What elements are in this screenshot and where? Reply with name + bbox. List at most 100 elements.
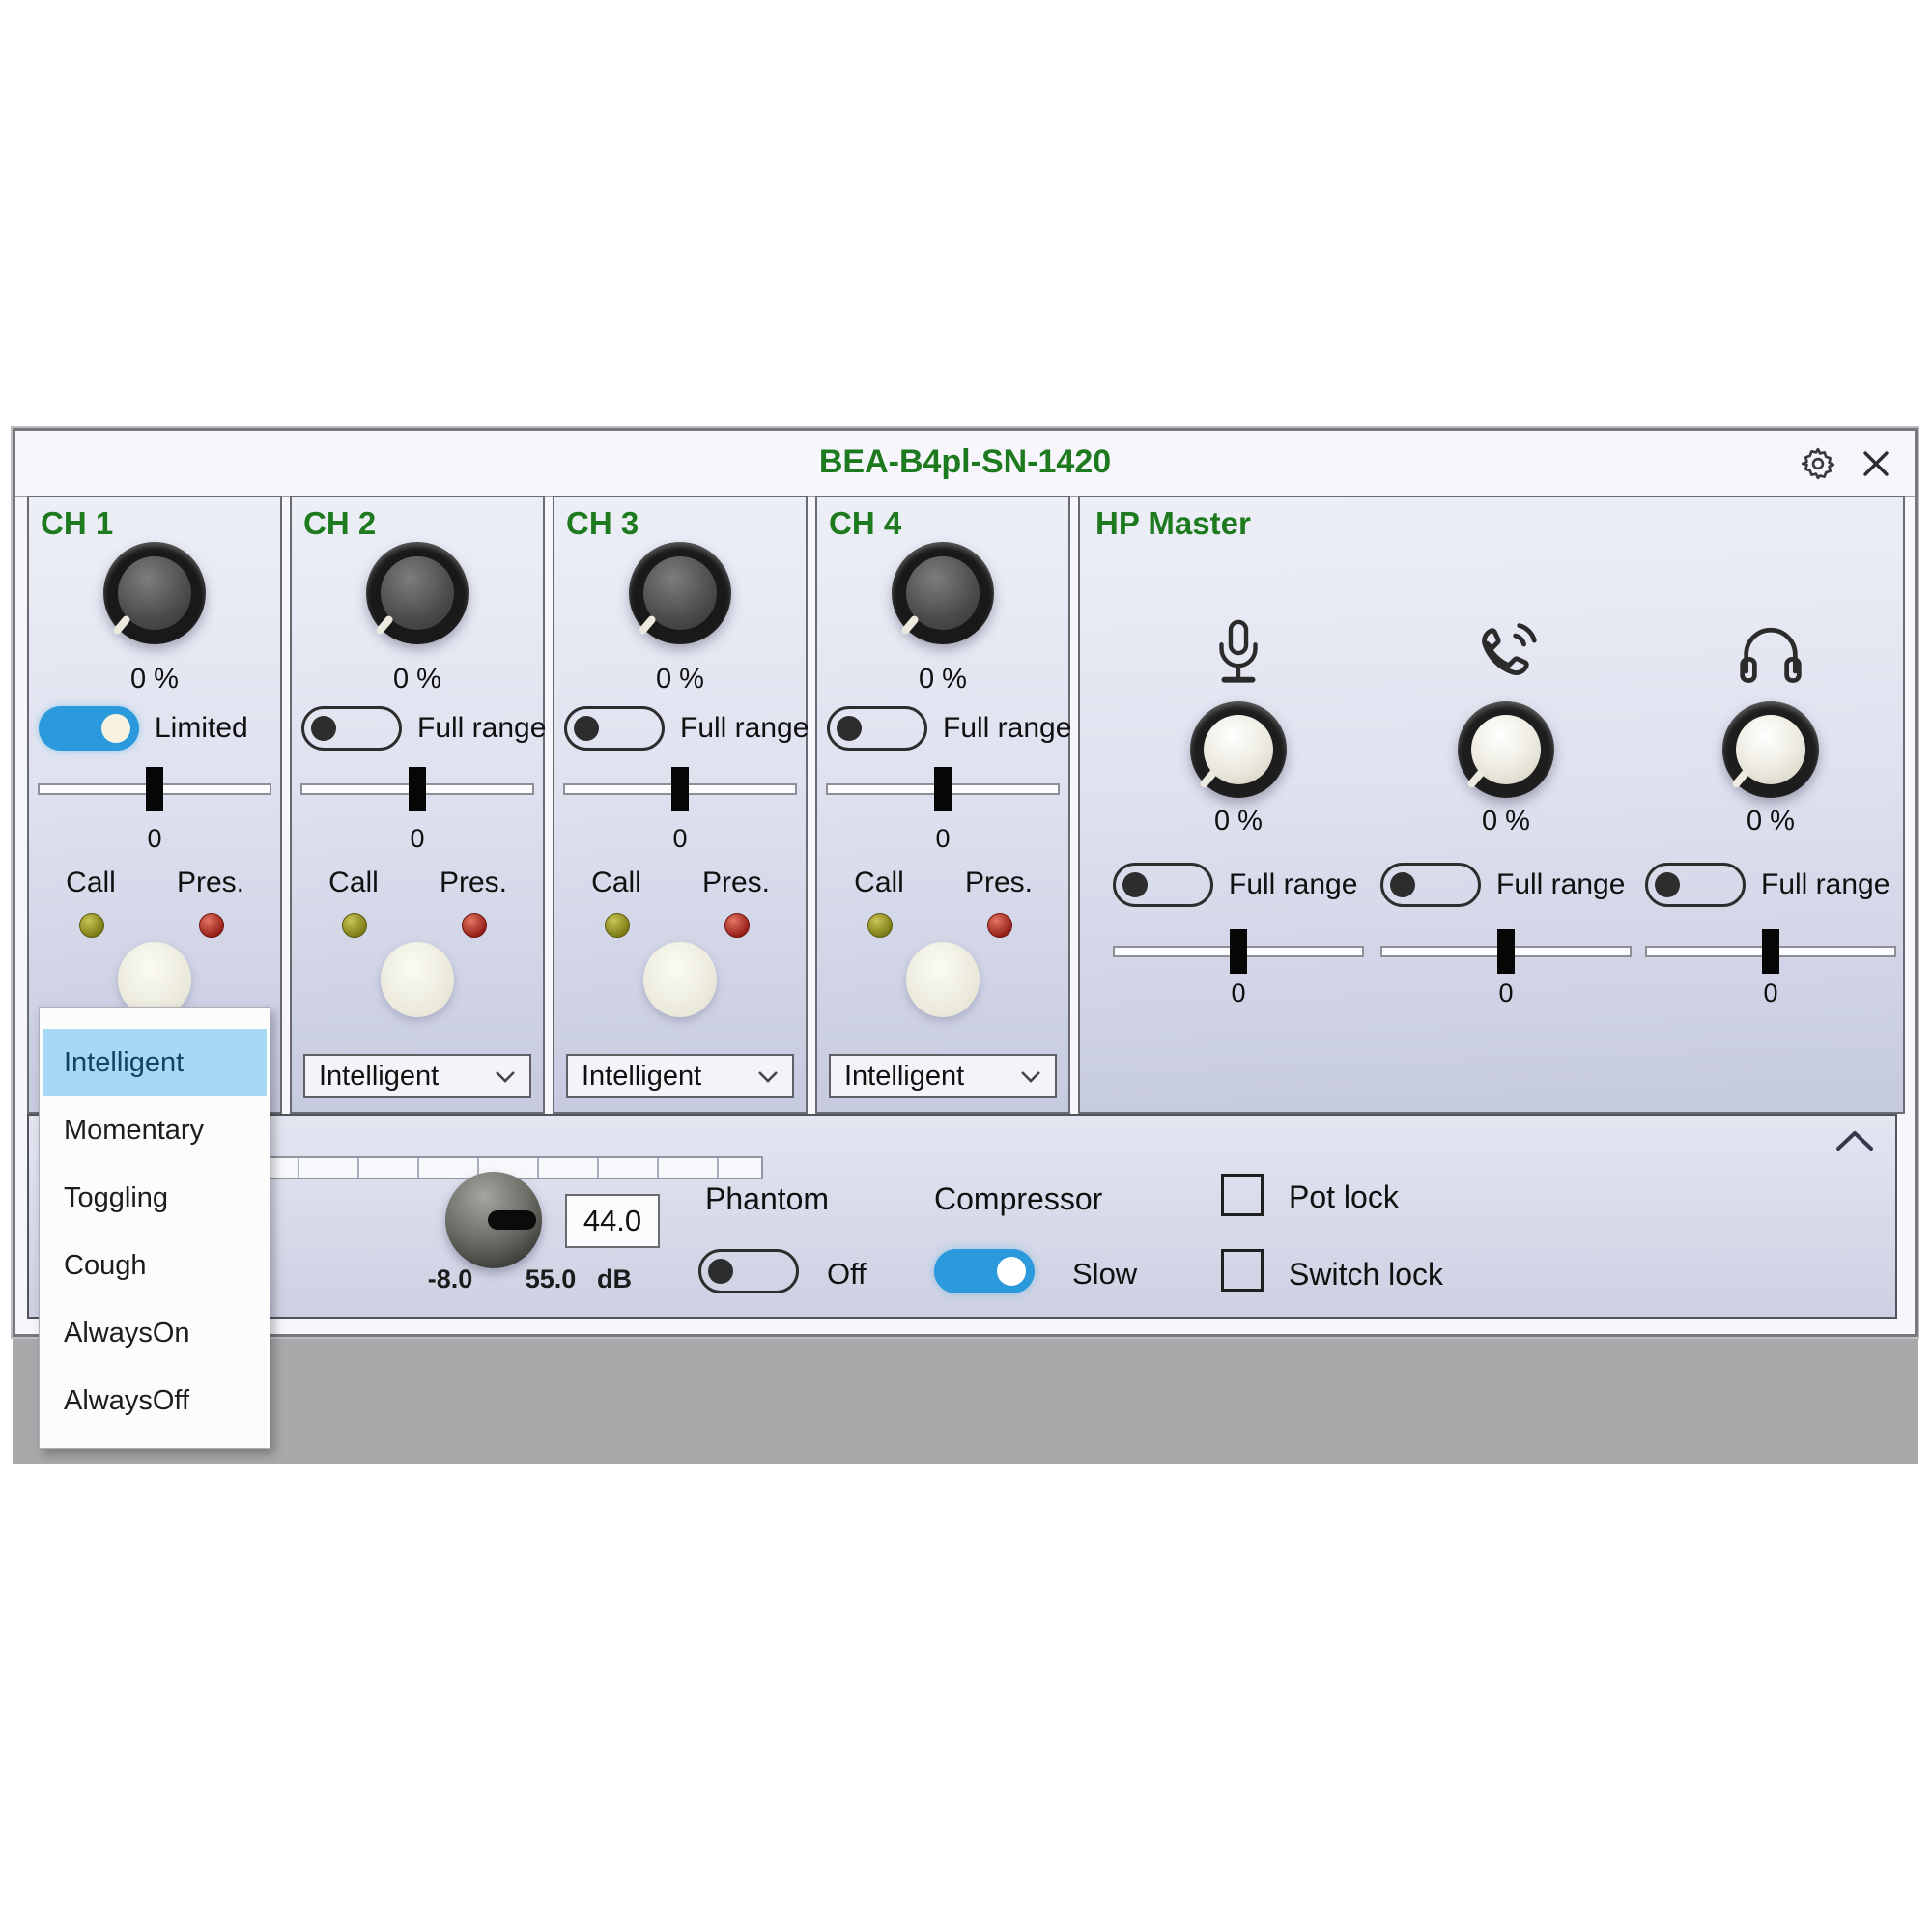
collapse-panel-button[interactable] [1835,1127,1874,1154]
range-toggle[interactable] [1380,863,1481,907]
settings-button[interactable] [1797,442,1839,485]
trim-slider[interactable] [1645,946,1896,957]
channel-push-button[interactable] [906,942,980,1017]
mode-select[interactable]: Intelligent [303,1054,531,1098]
channel-strip-3: CH 3 0 % Full range 0 Call Pres. Intelli… [553,496,808,1114]
gear-icon [1800,445,1836,482]
presence-label: Pres. [965,867,1033,899]
slider-thumb[interactable] [409,767,426,811]
channel-push-button[interactable] [381,942,454,1017]
slider-thumb[interactable] [1762,929,1779,974]
channel-gain-knob[interactable] [366,542,469,644]
dropdown-item[interactable]: AlwaysOn [43,1299,267,1367]
dropdown-item[interactable]: AlwaysOff [43,1367,267,1435]
range-toggle-label: Full range [680,712,809,745]
gain-min-label: -8.0 [412,1264,489,1294]
range-toggle[interactable] [1113,863,1213,907]
chevron-down-icon [495,1069,516,1083]
switch-lock-checkbox[interactable] [1221,1249,1264,1292]
slider-value: 0 [1645,979,1896,1009]
channel-label: CH 1 [41,505,113,542]
dropdown-item[interactable]: Momentary [43,1096,267,1164]
headphones-icon [1645,609,1896,697]
slider-value: 0 [1380,979,1632,1009]
knob-indicator [900,614,920,636]
phantom-value: Off [827,1257,867,1292]
range-toggle-label: Full range [1229,868,1357,901]
toggle-knob [1655,872,1680,897]
toggle-knob [574,716,599,741]
range-toggle-label: Limited [155,712,248,745]
channel-push-button[interactable] [643,942,717,1017]
trim-slider[interactable] [38,783,271,795]
hp-headphones-knob[interactable] [1722,701,1819,798]
call-label: Call [591,867,641,899]
pot-lock-checkbox[interactable] [1221,1174,1264,1216]
slider-value: 0 [554,824,806,854]
knob-value: 0 % [1645,806,1896,838]
hp-call-knob[interactable] [1458,701,1554,798]
range-toggle-label: Full range [417,712,546,745]
presence-label: Pres. [177,867,244,899]
channel-gain-knob[interactable] [892,542,994,644]
range-toggle[interactable] [1645,863,1746,907]
dropdown-item[interactable]: Intelligent [43,1029,267,1096]
toggle-knob [1390,872,1415,897]
mode-select-value: Intelligent [319,1061,439,1093]
slider-thumb[interactable] [671,767,689,811]
mode-dropdown-list[interactable]: Intelligent Momentary Toggling Cough Alw… [39,1007,270,1449]
presence-led [462,913,487,938]
titlebar: BEA-B4pl-SN-1420 [15,431,1915,497]
call-label: Call [328,867,379,899]
trim-slider[interactable] [1380,946,1632,957]
slider-value: 0 [292,824,543,854]
phantom-toggle[interactable] [698,1249,799,1293]
channel-gain-knob[interactable] [103,542,206,644]
hp-mic-knob[interactable] [1190,701,1287,798]
knob-indicator [488,1210,536,1230]
channel-strip-2: CH 2 0 % Full range 0 Call Pres. Intelli… [290,496,545,1114]
dropdown-item[interactable]: Cough [43,1232,267,1299]
gain-knob[interactable] [445,1172,542,1268]
hp-headphones-column: 0 % Full range 0 [1645,609,1896,1009]
dropdown-item[interactable]: Toggling [43,1164,267,1232]
mode-select[interactable]: Intelligent [566,1054,794,1098]
slider-thumb[interactable] [1230,929,1247,974]
presence-label: Pres. [702,867,770,899]
knob-indicator [375,614,394,636]
slider-thumb[interactable] [1497,929,1515,974]
channel-label: CH 3 [566,505,639,542]
compressor-label: Compressor [934,1181,1102,1217]
trim-slider[interactable] [1113,946,1364,957]
toggle-knob [708,1259,733,1284]
channel-label: CH 2 [303,505,376,542]
slider-thumb[interactable] [146,767,163,811]
trim-slider[interactable] [826,783,1060,795]
close-button[interactable] [1855,442,1897,485]
mode-select[interactable]: Intelligent [829,1054,1057,1098]
desktop-backdrop [13,1337,1918,1464]
range-toggle[interactable] [827,706,927,751]
bottom-settings-panel: -8.0 55.0 dB Phantom Off Compressor Slow… [27,1114,1897,1319]
knob-value: 0 % [292,664,543,696]
hp-master-label: HP Master [1095,505,1251,542]
knob-value: 0 % [29,664,280,696]
channel-strip-4: CH 4 0 % Full range 0 Call Pres. Intelli… [815,496,1070,1114]
call-led [605,913,630,938]
trim-slider[interactable] [300,783,534,795]
range-toggle[interactable] [301,706,402,751]
gain-value-input[interactable] [565,1194,660,1248]
compressor-toggle[interactable] [934,1249,1035,1293]
call-led [79,913,104,938]
range-toggle[interactable] [564,706,665,751]
channel-gain-knob[interactable] [629,542,731,644]
presence-label: Pres. [440,867,507,899]
knob-value: 0 % [554,664,806,696]
range-toggle[interactable] [39,706,139,751]
phone-call-icon [1380,609,1632,697]
trim-slider[interactable] [563,783,797,795]
range-toggle-label: Full range [1496,868,1625,901]
compressor-value: Slow [1072,1257,1137,1292]
slider-thumb[interactable] [934,767,952,811]
toggle-knob [1122,872,1148,897]
